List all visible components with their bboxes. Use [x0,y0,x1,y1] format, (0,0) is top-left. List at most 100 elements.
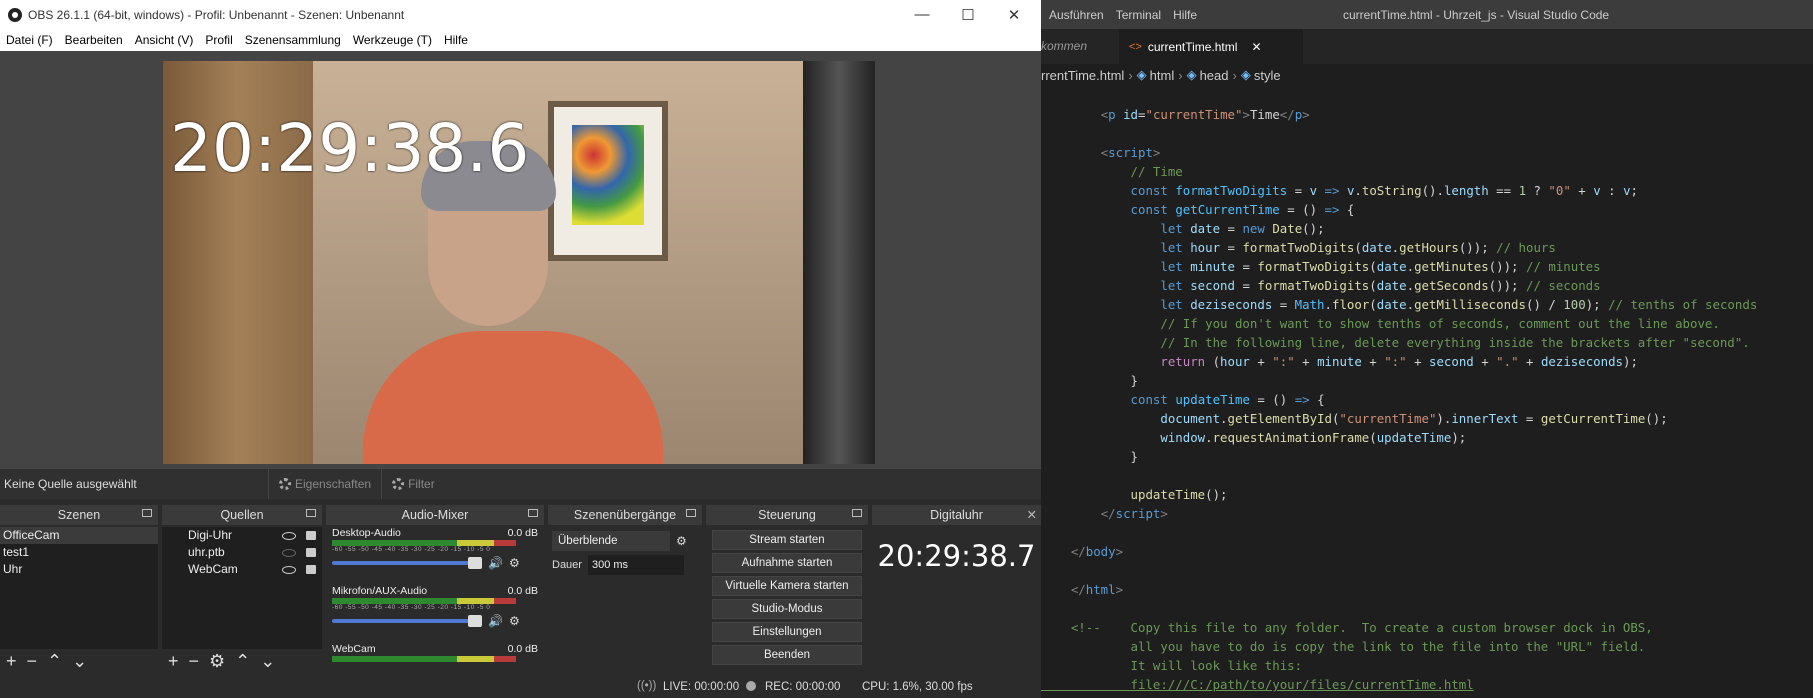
digital-clock-dock: Digitaluhr ✕ 20:29:38.7 [872,505,1041,673]
code-line: window.requestAnimationFrame(updateTime)… [1160,430,1467,445]
preview-area[interactable]: 20:29:38.6 [0,51,1041,469]
minimize-icon[interactable]: — [899,0,945,29]
menu-datei[interactable]: Datei (F) [0,33,59,47]
float-icon[interactable] [528,509,538,517]
breadcrumb-file[interactable]: rrentTime.html [1041,68,1124,83]
code-line: } [1041,449,1138,464]
properties-button[interactable]: Eigenschaften [268,469,381,499]
menu-szenensammlung[interactable]: Szenensammlung [239,33,347,47]
settings-button[interactable]: Einstellungen [712,622,862,642]
code-line: // If you don't want to show tenths of s… [1160,316,1720,331]
source-list: Digi-Uhr uhr.ptb WebCam + − ⚙ ⌃ ⌄ [162,527,322,673]
remove-icon[interactable]: − [27,651,38,672]
menu-ausfuehren[interactable]: Ausführen [1043,8,1110,22]
tab-inactive[interactable]: kommen [1041,29,1117,64]
float-icon[interactable] [142,509,152,517]
audio-mixer-dock: Audio-Mixer Desktop-Audio 0.0 dB -60 -55 … [326,505,544,673]
move-down-icon[interactable]: ⌄ [72,651,87,672]
mixer-channel: Mikrofon/AUX-Audio 0.0 dB -60 -55 -50 -45… [326,585,544,643]
close-icon[interactable]: ✕ [991,0,1037,29]
eye-icon[interactable] [282,565,296,574]
menu-profil[interactable]: Profil [199,33,238,47]
breadcrumb: rrentTime.html › ◈ html › ◈ head › ◈ sty… [1041,64,1813,86]
menu-hilfe[interactable]: Hilfe [438,33,474,47]
no-source-label: Keine Quelle ausgewählt [4,477,137,491]
meter-scale: -60 -55 -50 -45 -40 -35 -30 -25 -20 -15 … [332,604,491,611]
move-up-icon[interactable]: ⌃ [235,651,250,672]
studio-mode-button[interactable]: Studio-Modus [712,599,862,619]
volume-slider[interactable] [332,557,482,569]
lock-icon[interactable] [306,565,316,574]
breadcrumb-style[interactable]: style [1254,68,1281,83]
move-down-icon[interactable]: ⌄ [260,651,275,672]
start-recording-button[interactable]: Aufnahme starten [712,553,862,573]
volume-slider[interactable] [332,615,482,627]
source-toolbar: Keine Quelle ausgewählt Eigenschaften Fi… [0,469,1041,499]
move-up-icon[interactable]: ⌃ [47,651,62,672]
scenes-dock: Szenen OfficeCam test1 Uhr + − ⌃ ⌄ [0,505,158,673]
start-stream-button[interactable]: Stream starten [712,530,862,550]
code-line: document.getElementById("currentTime").i… [1160,411,1668,426]
cpu-status: CPU: 1.6%, 30.00 fps [862,681,973,693]
scene-item[interactable]: test1 [0,544,158,561]
duration-input[interactable]: 300 ms [587,555,684,575]
tab-current-time[interactable]: <> currentTime.html ✕ [1119,29,1303,64]
eye-hidden-icon[interactable] [282,548,296,557]
menu-hilfe[interactable]: Hilfe [1167,8,1203,22]
scene-item[interactable]: Uhr [0,561,158,578]
obs-menu-bar: Datei (F) Bearbeiten Ansicht (V) Profil … [0,29,1041,51]
menu-ansicht[interactable]: Ansicht (V) [129,33,200,47]
source-item[interactable]: Digi-Uhr [162,527,322,544]
code-line: let deziseconds = Math.floor(date.getMil… [1160,297,1758,312]
exit-button[interactable]: Beenden [712,645,862,665]
menu-terminal[interactable]: Terminal [1110,8,1167,22]
cube-icon: ◈ [1186,67,1197,82]
code-editor[interactable]: <p id="currentTime">Time</p> <script> //… [1041,105,1813,694]
code-line: let date = new Date(); [1160,221,1325,236]
gear-icon[interactable]: ⚙ [509,556,520,570]
gear-icon[interactable]: ⚙ [209,651,225,672]
maximize-icon[interactable]: ☐ [945,0,991,29]
breadcrumb-head[interactable]: head [1200,68,1229,83]
float-icon[interactable] [306,509,316,517]
lock-icon[interactable] [306,531,316,540]
menu-werkzeuge[interactable]: Werkzeuge (T) [347,33,438,47]
filter-button[interactable]: Filter [381,469,445,499]
breadcrumb-html[interactable]: html [1150,68,1175,83]
lock-icon[interactable] [306,548,316,557]
float-icon[interactable] [852,509,862,517]
mixer-channel: WebCam 0.0 dB [326,643,544,663]
add-icon[interactable]: + [6,651,17,672]
speaker-icon[interactable]: 🔊 [488,614,503,628]
filter-icon [392,478,405,490]
status-bar: ((•)) LIVE: 00:00:00 REC: 00:00:00 CPU: … [0,677,1041,698]
scene-item[interactable]: OfficeCam [0,527,158,544]
channel-name: WebCam [332,643,376,655]
obs-logo-icon [8,7,22,22]
chevron-right-icon: › [1178,67,1183,83]
float-icon[interactable] [686,509,696,517]
gear-icon[interactable]: ⚙ [509,614,520,628]
source-item[interactable]: WebCam [162,561,322,578]
code-line: </body> [1070,544,1124,559]
close-icon[interactable]: ✕ [1251,40,1261,54]
scene-list: OfficeCam test1 Uhr + − ⌃ ⌄ [0,527,158,673]
gear-icon[interactable]: ⚙ [676,534,687,548]
editor-tabs: kommen <> currentTime.html ✕ [1041,29,1813,64]
eye-icon[interactable] [282,531,296,540]
transition-select[interactable]: Überblende [552,531,670,551]
menu-bearbeiten[interactable]: Bearbeiten [59,33,129,47]
code-line: <p id="currentTime">Time</p> [1100,107,1310,122]
add-icon[interactable]: + [168,651,179,672]
level-meter [332,656,516,662]
speaker-icon[interactable]: 🔊 [488,556,503,570]
close-icon[interactable]: ✕ [1027,505,1037,525]
obs-title-bar: OBS 26.1.1 (64-bit, windows) - Profil: U… [0,0,1041,29]
channel-level: 0.0 dB [507,643,538,655]
channel-name: Mikrofon/AUX-Audio [332,585,428,597]
start-virtual-camera-button[interactable]: Virtuelle Kamera starten [712,576,862,596]
source-label: WebCam [188,562,238,576]
code-line: It will look like this: [1041,658,1303,673]
remove-icon[interactable]: − [189,651,200,672]
source-item[interactable]: uhr.ptb [162,544,322,561]
